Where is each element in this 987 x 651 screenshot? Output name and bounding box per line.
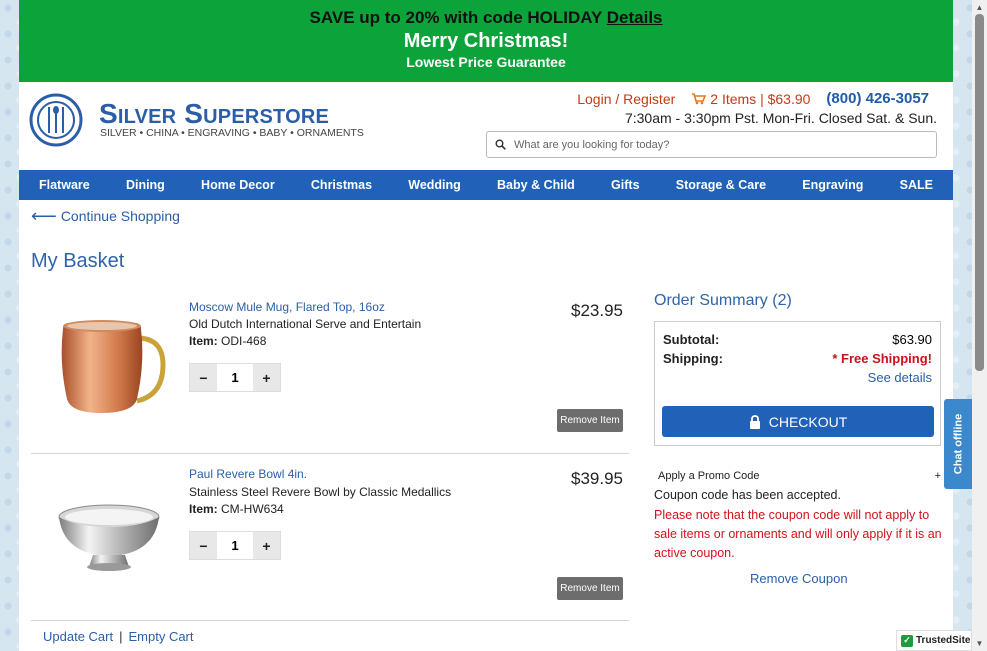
header-links: Login / Register 2 Items | $63.90 (800) … xyxy=(577,90,929,107)
cart-actions-separator: | xyxy=(119,629,123,644)
nav-christmas[interactable]: Christmas xyxy=(311,178,372,192)
quantity-stepper: − 1 + xyxy=(189,363,281,392)
trustedsite-label: TrustedSite xyxy=(916,635,971,646)
arrow-left-icon: ⟵ xyxy=(31,206,57,226)
checkout-button[interactable]: CHECKOUT xyxy=(662,406,934,437)
promo-guarantee: Lowest Price Guarantee xyxy=(406,54,566,70)
increment-button[interactable]: + xyxy=(253,364,280,391)
item-divider xyxy=(31,620,629,621)
continue-shopping-label: Continue Shopping xyxy=(60,208,180,224)
remove-item-button[interactable]: Remove Item xyxy=(557,409,623,432)
subtotal-row: Subtotal: $63.90 xyxy=(663,332,932,347)
store-hours: 7:30am - 3:30pm Pst. Mon-Fri. Closed Sat… xyxy=(624,110,937,126)
logo-icon[interactable] xyxy=(29,93,83,147)
check-icon: ✓ xyxy=(901,634,913,647)
promo-code-text: SAVE up to 20% with code HOLIDAY xyxy=(309,8,603,27)
phone-number[interactable]: (800) 426-3057 xyxy=(826,90,929,107)
product-image-mule-mug[interactable] xyxy=(49,303,169,423)
promo-greeting: Merry Christmas! xyxy=(403,30,569,52)
cart-link[interactable]: 2 Items | $63.90 xyxy=(691,91,810,107)
nav-dining[interactable]: Dining xyxy=(126,178,165,192)
decrement-button[interactable]: − xyxy=(190,364,217,391)
search-icon[interactable] xyxy=(495,139,506,150)
nav-storage-care[interactable]: Storage & Care xyxy=(676,178,766,192)
main-nav: Flatware Dining Home Decor Christmas Wed… xyxy=(19,170,953,200)
shipping-label: Shipping: xyxy=(663,351,723,366)
checkout-label: CHECKOUT xyxy=(768,413,848,430)
login-register-link[interactable]: Login / Register xyxy=(577,91,675,107)
shipping-value: * Free Shipping! xyxy=(832,351,932,366)
update-cart-link[interactable]: Update Cart xyxy=(43,629,113,644)
order-summary-box: Subtotal: $63.90 Shipping: * Free Shippi… xyxy=(654,321,941,446)
promo-line-1: SAVE up to 20% with code HOLIDAY Details xyxy=(19,8,953,28)
see-details-link[interactable]: See details xyxy=(868,370,932,385)
shipping-row: Shipping: * Free Shipping! xyxy=(663,351,932,366)
item-code-label: Item: xyxy=(189,502,218,516)
nav-engraving[interactable]: Engraving xyxy=(802,178,863,192)
quantity-value[interactable]: 1 xyxy=(217,364,253,391)
nav-wedding[interactable]: Wedding xyxy=(408,178,461,192)
cart-actions: Update Cart | Empty Cart xyxy=(43,629,194,644)
cart-summary-text: 2 Items | $63.90 xyxy=(710,90,811,107)
page: SAVE up to 20% with code HOLIDAY Details… xyxy=(19,0,953,651)
lock-icon xyxy=(749,414,760,429)
cart-item: Paul Revere Bowl 4in. Stainless Steel Re… xyxy=(31,461,629,616)
remove-item-button[interactable]: Remove Item xyxy=(557,577,623,600)
product-item-code: Item: CM-HW634 xyxy=(189,502,284,516)
nav-sale[interactable]: SALE xyxy=(900,178,933,192)
item-code-value: ODI-468 xyxy=(221,334,267,348)
quantity-stepper: − 1 + xyxy=(189,531,281,560)
promo-details-link[interactable]: Details xyxy=(607,8,663,27)
product-description: Stainless Steel Revere Bowl by Classic M… xyxy=(189,485,452,499)
logo-title[interactable]: Silver Superstore xyxy=(99,98,329,130)
subtotal-label: Subtotal: xyxy=(663,332,720,347)
promo-code-label: Apply a Promo Code xyxy=(658,470,760,482)
decrement-button[interactable]: − xyxy=(190,532,217,559)
cart-item: Moscow Mule Mug, Flared Top, 16oz Old Du… xyxy=(31,293,629,448)
chat-label: Chat offline xyxy=(952,413,964,475)
nav-baby-child[interactable]: Baby & Child xyxy=(497,178,575,192)
empty-cart-link[interactable]: Empty Cart xyxy=(128,629,193,644)
cart-icon xyxy=(692,93,707,105)
continue-shopping-link[interactable]: ⟵ Continue Shopping xyxy=(31,206,180,226)
expand-icon: + xyxy=(934,470,941,482)
search-box xyxy=(486,131,937,158)
scroll-down-icon[interactable]: ▼ xyxy=(975,639,984,648)
page-scrollbar[interactable]: ▲ ▼ xyxy=(972,0,987,651)
item-code-label: Item: xyxy=(189,334,218,348)
quantity-value[interactable]: 1 xyxy=(217,532,253,559)
order-summary-title: Order Summary (2) xyxy=(654,292,792,309)
coupon-accepted-message: Coupon code has been accepted. xyxy=(654,488,841,502)
promo-banner: SAVE up to 20% with code HOLIDAY Details… xyxy=(19,0,953,82)
product-price: $39.95 xyxy=(571,469,623,488)
page-title: My Basket xyxy=(31,250,125,272)
product-price: $23.95 xyxy=(571,301,623,320)
increment-button[interactable]: + xyxy=(253,532,280,559)
item-divider xyxy=(31,453,629,454)
scroll-up-icon[interactable]: ▲ xyxy=(975,3,984,12)
product-name-link[interactable]: Paul Revere Bowl 4in. xyxy=(189,467,307,481)
item-code-value: CM-HW634 xyxy=(221,502,284,516)
nav-flatware[interactable]: Flatware xyxy=(39,178,90,192)
chat-offline-tab[interactable]: Chat offline xyxy=(944,399,972,489)
site-header: Silver Superstore SILVER • CHINA • ENGRA… xyxy=(19,82,953,170)
product-name-link[interactable]: Moscow Mule Mug, Flared Top, 16oz xyxy=(189,300,385,314)
promo-code-toggle[interactable]: Apply a Promo Code + xyxy=(654,470,941,482)
product-description: Old Dutch International Serve and Entert… xyxy=(189,317,422,331)
trustedsite-badge[interactable]: ✓ TrustedSite xyxy=(896,630,972,651)
product-item-code: Item: ODI-468 xyxy=(189,334,266,348)
product-image-revere-bowl[interactable] xyxy=(49,461,169,581)
nav-home-decor[interactable]: Home Decor xyxy=(201,178,275,192)
nav-gifts[interactable]: Gifts xyxy=(611,178,639,192)
scrollbar-thumb[interactable] xyxy=(975,14,984,371)
subtotal-value: $63.90 xyxy=(892,332,932,347)
coupon-note: Please note that the coupon code will no… xyxy=(654,508,942,560)
search-input[interactable] xyxy=(514,138,914,151)
logo-tagline: SILVER • CHINA • ENGRAVING • BABY • ORNA… xyxy=(100,127,364,139)
remove-coupon-link[interactable]: Remove Coupon xyxy=(750,571,848,586)
